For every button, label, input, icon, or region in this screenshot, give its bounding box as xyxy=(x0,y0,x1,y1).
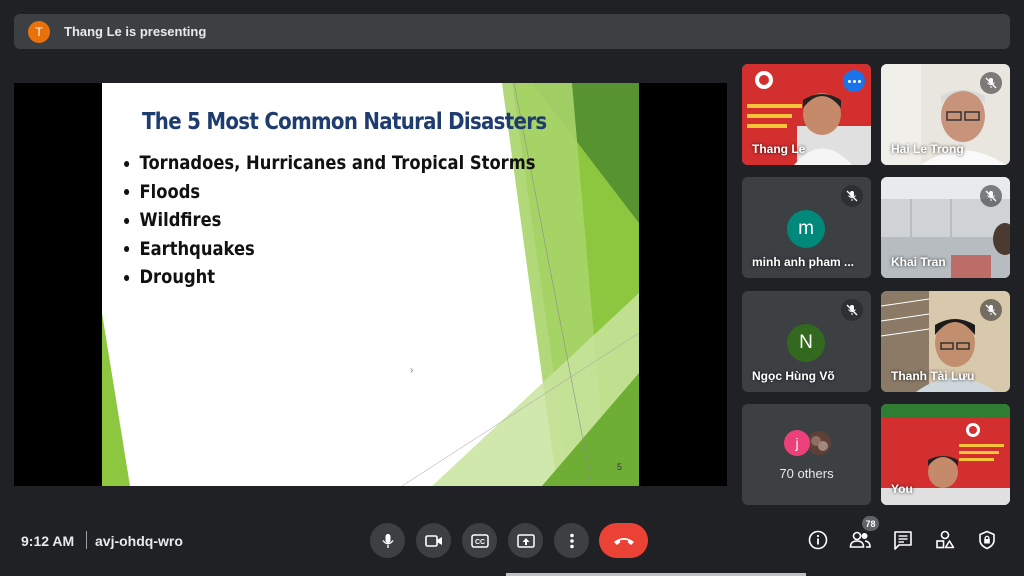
info-icon xyxy=(808,530,828,550)
host-controls-button[interactable] xyxy=(975,528,999,552)
presenting-banner: T Thang Le is presenting xyxy=(14,14,1010,49)
end-call-icon xyxy=(613,537,634,545)
participant-name: Thang Le xyxy=(752,142,806,156)
participant-name: Hai Le Trong xyxy=(891,142,964,156)
participant-name: Khai Tran xyxy=(891,255,946,269)
meeting-code: avj-ohdq-wro xyxy=(95,533,183,549)
avatar: j xyxy=(784,430,810,456)
info-button[interactable] xyxy=(806,528,830,552)
people-button[interactable] xyxy=(848,528,872,552)
mic-off-icon xyxy=(841,299,863,321)
slide-bullet-list: Tornadoes, Hurricanes and Tropical Storm… xyxy=(124,149,602,292)
participant-tile-hai-le-trong[interactable]: Hai Le Trong xyxy=(881,64,1010,165)
participant-tile-thang-le[interactable]: Thang Le xyxy=(742,64,871,165)
activities-icon xyxy=(936,530,955,549)
people-icon xyxy=(849,531,871,548)
avatar: N xyxy=(787,324,825,362)
camera-button[interactable] xyxy=(416,523,451,558)
more-options-icon[interactable] xyxy=(843,70,865,92)
meet-window: T Thang Le is presenting The 5 Most Comm… xyxy=(0,0,1024,576)
slide-title: The 5 Most Common Natural Disasters xyxy=(142,109,547,135)
participant-name: Ngọc Hùng Võ xyxy=(752,369,835,383)
avatar: m xyxy=(787,210,825,248)
mic-icon xyxy=(381,533,394,548)
presenter-avatar: T xyxy=(28,20,50,43)
participant-name: minh anh pham ... xyxy=(752,255,855,269)
people-count-badge: 78 xyxy=(862,516,879,531)
participant-tile-khai-tran[interactable]: Khai Tran xyxy=(881,177,1010,278)
clock: 9:12 AM xyxy=(21,533,75,549)
participant-name: You xyxy=(891,482,913,496)
mic-off-icon xyxy=(841,185,863,207)
mic-button[interactable] xyxy=(370,523,405,558)
slide-bullet: Floods xyxy=(124,178,535,207)
slide-bullet: Tornadoes, Hurricanes and Tropical Storm… xyxy=(124,149,535,178)
others-count-label: 70 others xyxy=(779,466,834,481)
more-options-button[interactable] xyxy=(554,523,589,558)
slide-bullet: Drought xyxy=(124,263,535,292)
slide: The 5 Most Common Natural Disasters Torn… xyxy=(102,83,639,486)
more-options-icon xyxy=(569,533,574,548)
svg-text:CC: CC xyxy=(474,539,484,546)
presentation-stage[interactable]: The 5 Most Common Natural Disasters Torn… xyxy=(14,83,727,486)
presenting-text: Thang Le is presenting xyxy=(64,24,207,39)
present-icon xyxy=(516,533,535,548)
participant-tile-thanh-tai-luu[interactable]: Thanh Tài Lưu xyxy=(881,291,1010,392)
chat-button[interactable] xyxy=(891,528,915,552)
slide-bullet: Wildfires xyxy=(124,206,535,235)
slide-bullet: Earthquakes xyxy=(124,235,535,264)
mic-off-icon xyxy=(980,185,1002,207)
mic-off-icon xyxy=(980,72,1002,94)
captions-button[interactable]: CC xyxy=(462,523,497,558)
slide-page-number: 5 xyxy=(617,462,623,472)
participant-tile-ngoc-hung-vo[interactable]: N Ngọc Hùng Võ xyxy=(742,291,871,392)
activities-button[interactable] xyxy=(933,528,957,552)
cursor-icon: › xyxy=(410,365,414,376)
present-button[interactable] xyxy=(508,523,543,558)
host-controls-icon xyxy=(979,530,995,550)
participant-tile-minh-anh-pham[interactable]: m minh anh pham ... xyxy=(742,177,871,278)
participant-tile-you[interactable]: You xyxy=(881,404,1010,505)
chat-icon xyxy=(894,531,912,550)
end-call-button[interactable] xyxy=(599,523,648,558)
participant-tile-others[interactable]: j 70 others xyxy=(742,404,871,505)
mic-off-icon xyxy=(980,299,1002,321)
participant-name: Thanh Tài Lưu xyxy=(891,369,975,383)
divider xyxy=(86,531,87,549)
camera-icon xyxy=(424,534,442,547)
captions-icon: CC xyxy=(470,533,489,548)
